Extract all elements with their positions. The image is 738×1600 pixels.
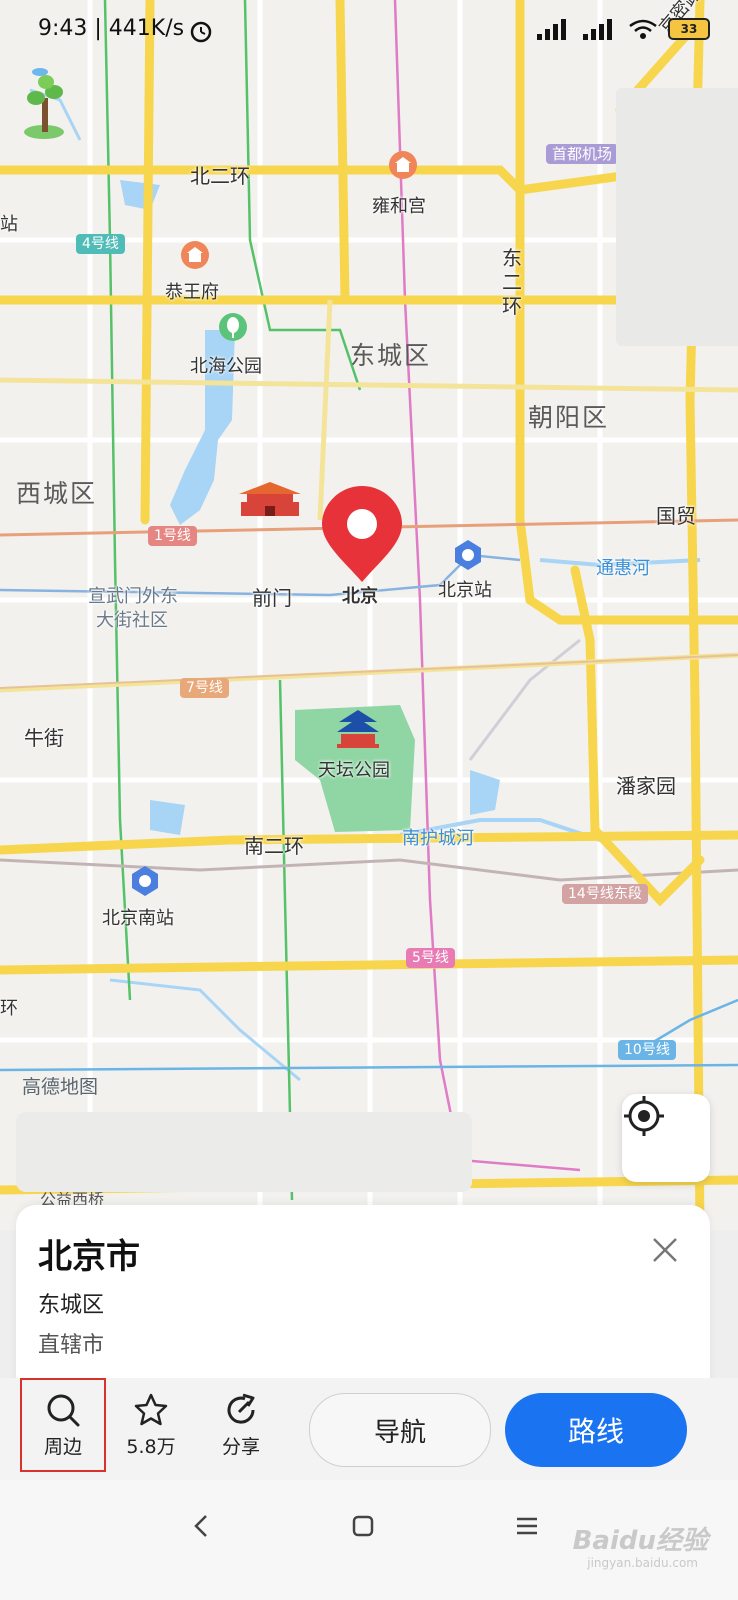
star-icon xyxy=(134,1393,168,1425)
poi-label: 国贸 xyxy=(656,504,696,528)
mansion-poi-icon xyxy=(181,241,209,269)
blurred-panel xyxy=(16,1112,472,1192)
temple-of-heaven-icon xyxy=(337,710,379,748)
location-pin-icon[interactable] xyxy=(320,484,404,584)
district-label: 东城区 xyxy=(350,341,432,370)
poi-label: 宣武门外东 xyxy=(88,586,178,607)
favorite-button[interactable]: 5.8万 xyxy=(108,1378,194,1472)
close-icon[interactable] xyxy=(650,1235,680,1265)
poi-label: 雍和宫 xyxy=(372,196,426,217)
tiananmen-icon xyxy=(239,482,301,516)
district-label: 西城区 xyxy=(16,479,98,508)
favorite-count: 5.8万 xyxy=(126,1435,176,1458)
locate-button[interactable] xyxy=(622,1094,710,1182)
share-icon xyxy=(227,1393,255,1424)
tree-icon xyxy=(24,68,64,139)
poi-label: 北京南站 xyxy=(102,908,174,929)
alarm-icon xyxy=(190,21,212,43)
train-station-icon xyxy=(455,540,481,570)
action-bar: 周边 5.8万 分享 导航 路线 xyxy=(0,1378,738,1480)
place-type: 直辖市 xyxy=(38,1333,105,1358)
metro-line-label: 7号线 xyxy=(180,678,229,698)
airport-line-label: 首都机场 xyxy=(546,144,619,164)
road-label: 北二环 xyxy=(190,164,250,188)
poi-label: 北海公园 xyxy=(190,356,262,377)
metro-line-label: 1号线 xyxy=(148,526,197,546)
map-view[interactable]: 东城区 朝阳区 西城区 北二环 东二环 南二环 京密路 雍和宫 恭王府 北海公园… xyxy=(0,0,738,1230)
navigate-button[interactable]: 导航 xyxy=(309,1393,491,1467)
blurred-panel xyxy=(616,88,738,346)
river-label: 通惠河 xyxy=(596,558,650,579)
road-label: 东二环 xyxy=(502,246,522,318)
route-button[interactable]: 路线 xyxy=(505,1393,687,1467)
share-button[interactable]: 分享 xyxy=(198,1378,284,1472)
nearby-label: 周边 xyxy=(43,1435,82,1458)
poi-label: 北京 xyxy=(342,586,378,607)
road-label: 南二环 xyxy=(244,834,304,858)
wifi-icon xyxy=(629,19,657,39)
signal-hd-icon xyxy=(583,19,612,40)
poi-label: 环 xyxy=(0,998,18,1019)
status-icons: 33 xyxy=(536,18,710,40)
system-nav-bar: Baidu经验 jingyan.baidu.com xyxy=(0,1480,738,1600)
search-icon xyxy=(47,1394,80,1426)
signal-icon xyxy=(537,19,566,40)
district-label: 朝阳区 xyxy=(528,403,610,432)
status-time: 9:43 | 441K/s xyxy=(38,16,185,41)
poi-label: 恭王府 xyxy=(165,282,219,303)
battery-icon: 33 xyxy=(668,18,710,40)
place-title: 北京市 xyxy=(38,1237,140,1277)
poi-label: 前门 xyxy=(252,586,292,610)
poi-label: 天坛公园 xyxy=(318,760,390,781)
menu-icon[interactable] xyxy=(516,1516,538,1536)
south-station-icon xyxy=(132,866,158,896)
nearby-button[interactable]: 周边 xyxy=(20,1378,106,1472)
metro-line-label: 5号线 xyxy=(406,948,455,968)
park-poi-icon xyxy=(219,313,247,341)
poi-label: 牛街 xyxy=(24,726,64,750)
crosshair-icon xyxy=(624,1096,664,1136)
status-bar: 9:43 | 441K/s 33 xyxy=(0,0,738,62)
place-district: 东城区 xyxy=(38,1293,105,1318)
home-icon[interactable] xyxy=(352,1515,374,1537)
poi-label: 北京站 xyxy=(438,580,492,601)
metro-line-label: 14号线东段 xyxy=(562,884,648,904)
poi-label: 潘家园 xyxy=(616,774,676,798)
metro-line-label: 10号线 xyxy=(618,1040,676,1060)
temple-poi-icon xyxy=(389,151,417,179)
metro-line-label: 4号线 xyxy=(76,234,125,254)
poi-label: 站 xyxy=(0,214,18,235)
back-icon[interactable] xyxy=(192,1514,212,1538)
river-label: 南护城河 xyxy=(402,828,474,849)
watermark: Baidu经验 xyxy=(572,1526,708,1556)
watermark-sub: jingyan.baidu.com xyxy=(587,1556,698,1570)
poi-label: 大街社区 xyxy=(96,610,168,631)
share-label: 分享 xyxy=(221,1435,260,1458)
map-brand-label: 高德地图 xyxy=(22,1076,99,1098)
